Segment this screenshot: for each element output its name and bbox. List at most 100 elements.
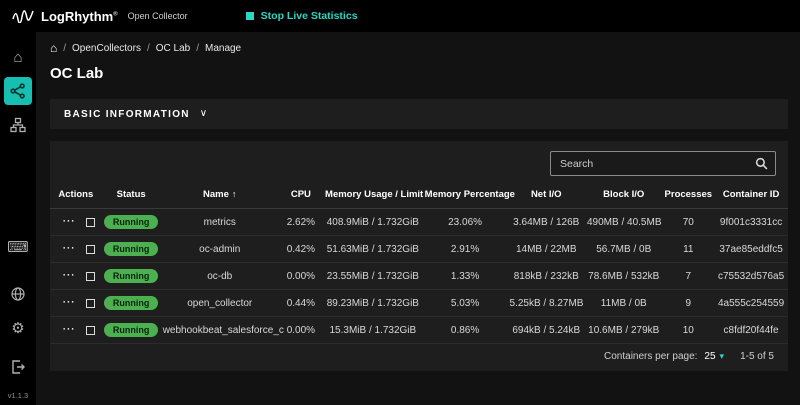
more-actions-icon[interactable]: ⋯ [62,214,76,227]
block-io-value: 56.7MB / 0B [585,236,662,263]
more-actions-icon[interactable]: ⋯ [62,268,76,281]
sidebar-item-health[interactable] [4,280,32,308]
table-row: ⋯ Running metrics 2.62% 408.9MiB / 1.732… [50,209,788,236]
status-badge: Running [104,323,159,337]
chevron-down-icon: ∨ [200,108,207,119]
breadcrumb-separator: / [196,43,199,54]
stop-square-icon [246,12,254,20]
processes-value: 70 [662,209,714,236]
cpu-value: 0.42% [279,236,323,263]
container-id-value: c75532d576a5 [714,263,788,290]
container-name: oc-admin [161,236,279,263]
stop-icon[interactable] [86,218,95,227]
pagination-range: 1-5 of 5 [740,351,774,362]
stop-live-statistics-label: Stop Live Statistics [261,10,358,22]
stop-icon[interactable] [86,272,95,281]
breadcrumb-item-oc-lab[interactable]: OC Lab [156,43,190,54]
block-io-value: 490MB / 40.5MB [585,209,662,236]
container-name: metrics [161,209,279,236]
container-id-value: 4a555c254559 [714,290,788,317]
column-header-name[interactable]: Name↑ [161,183,279,209]
net-io-value: 3.64MB / 126B [508,209,585,236]
column-header-block-io[interactable]: Block I/O [585,183,662,209]
sidebar-item-pipelines[interactable] [4,111,32,139]
stop-icon[interactable] [86,326,95,335]
page-size-value: 25 [704,351,715,362]
hierarchy-icon [10,117,26,133]
sidebar-item-home[interactable]: ⌂ [4,43,32,71]
home-icon: ⌂ [13,50,22,65]
memory-value: 408.9MiB / 1.732GiB [323,209,423,236]
memory-percentage-value: 0.86% [423,317,508,344]
page-title: OC Lab [50,65,788,82]
table-row: ⋯ Running oc-db 0.00% 23.55MiB / 1.732Gi… [50,263,788,290]
status-badge: Running [104,296,159,310]
more-actions-icon[interactable]: ⋯ [62,322,76,335]
breadcrumb-home-icon[interactable]: ⌂ [50,41,57,55]
processes-value: 7 [662,263,714,290]
breadcrumb-separator: / [147,43,150,54]
containers-table: Actions Status Name↑ CPU Memory Usage / … [50,183,788,344]
stop-icon[interactable] [86,299,95,308]
more-actions-icon[interactable]: ⋯ [62,241,76,254]
stop-live-statistics-button[interactable]: Stop Live Statistics [246,10,358,22]
sidebar-item-logout[interactable] [4,353,32,381]
logout-icon [10,359,26,375]
cpu-value: 0.00% [279,263,323,290]
brand-subtitle: Open Collector [128,11,188,21]
status-badge: Running [104,215,159,229]
column-header-net-io[interactable]: Net I/O [508,183,585,209]
breadcrumb-separator: / [63,43,66,54]
registered-mark: ® [113,11,117,17]
breadcrumb-item-manage: Manage [205,43,241,54]
app-window: LogRhythm® Open Collector Stop Live Stat… [0,0,800,405]
brand-name: LogRhythm® [41,9,118,24]
column-header-cpu[interactable]: CPU [279,183,323,209]
column-header-processes[interactable]: Processes [662,183,714,209]
sidebar-item-open-collectors[interactable] [4,77,32,105]
brand: LogRhythm® Open Collector [12,9,188,24]
search-row [50,141,788,183]
cpu-value: 0.00% [279,317,323,344]
table-row: ⋯ Running open_collector 0.44% 89.23MiB … [50,290,788,317]
column-header-status[interactable]: Status [102,183,161,209]
pagination: Containers per page: 25 ▾ 1-5 of 5 [50,344,788,370]
page-size-select[interactable]: 25 ▾ [704,351,724,362]
breadcrumb: ⌂ / OpenCollectors / OC Lab / Manage [50,41,788,55]
column-header-name-label: Name [203,189,229,200]
table-row: ⋯ Running oc-admin 0.42% 51.63MiB / 1.73… [50,236,788,263]
cpu-value: 0.44% [279,290,323,317]
top-bar: LogRhythm® Open Collector Stop Live Stat… [0,0,800,32]
memory-percentage-value: 5.03% [423,290,508,317]
column-header-memory[interactable]: Memory Usage / Limit [323,183,423,209]
memory-percentage-value: 2.91% [423,236,508,263]
gear-icon: ⚙ [11,321,24,336]
app-shell: ⌂ ⌨ [0,32,800,405]
search-input[interactable] [550,151,776,176]
column-header-container-id[interactable]: Container ID [714,183,788,209]
breadcrumb-item-opencollectors[interactable]: OpenCollectors [72,43,141,54]
table-row: ⋯ Running webhookbeat_salesforce_c 0.00%… [50,317,788,344]
net-io-value: 14MB / 22MB [508,236,585,263]
basic-information-header[interactable]: BASIC INFORMATION ∨ [50,99,788,129]
processes-value: 11 [662,236,714,263]
memory-value: 51.63MiB / 1.732GiB [323,236,423,263]
logrhythm-logo-icon [12,9,34,23]
column-header-memory-percentage[interactable]: Memory Percentage [423,183,508,209]
stop-icon[interactable] [86,245,95,254]
cpu-value: 2.62% [279,209,323,236]
search-icon[interactable] [755,157,768,170]
keyboard-icon: ⌨ [7,240,29,255]
column-header-actions[interactable]: Actions [50,183,102,209]
container-id-value: 37ae85eddfc5 [714,236,788,263]
version-label: v1.1.3 [8,391,28,400]
container-name: webhookbeat_salesforce_c [161,317,279,344]
sidebar-item-console[interactable]: ⌨ [4,233,32,261]
memory-percentage-value: 23.06% [423,209,508,236]
memory-value: 89.23MiB / 1.732GiB [323,290,423,317]
net-io-value: 694kB / 5.24kB [508,317,585,344]
sort-asc-icon: ↑ [232,189,237,199]
sidebar-item-settings[interactable]: ⚙ [4,314,32,342]
basic-information-label: BASIC INFORMATION [64,109,190,120]
more-actions-icon[interactable]: ⋯ [62,295,76,308]
